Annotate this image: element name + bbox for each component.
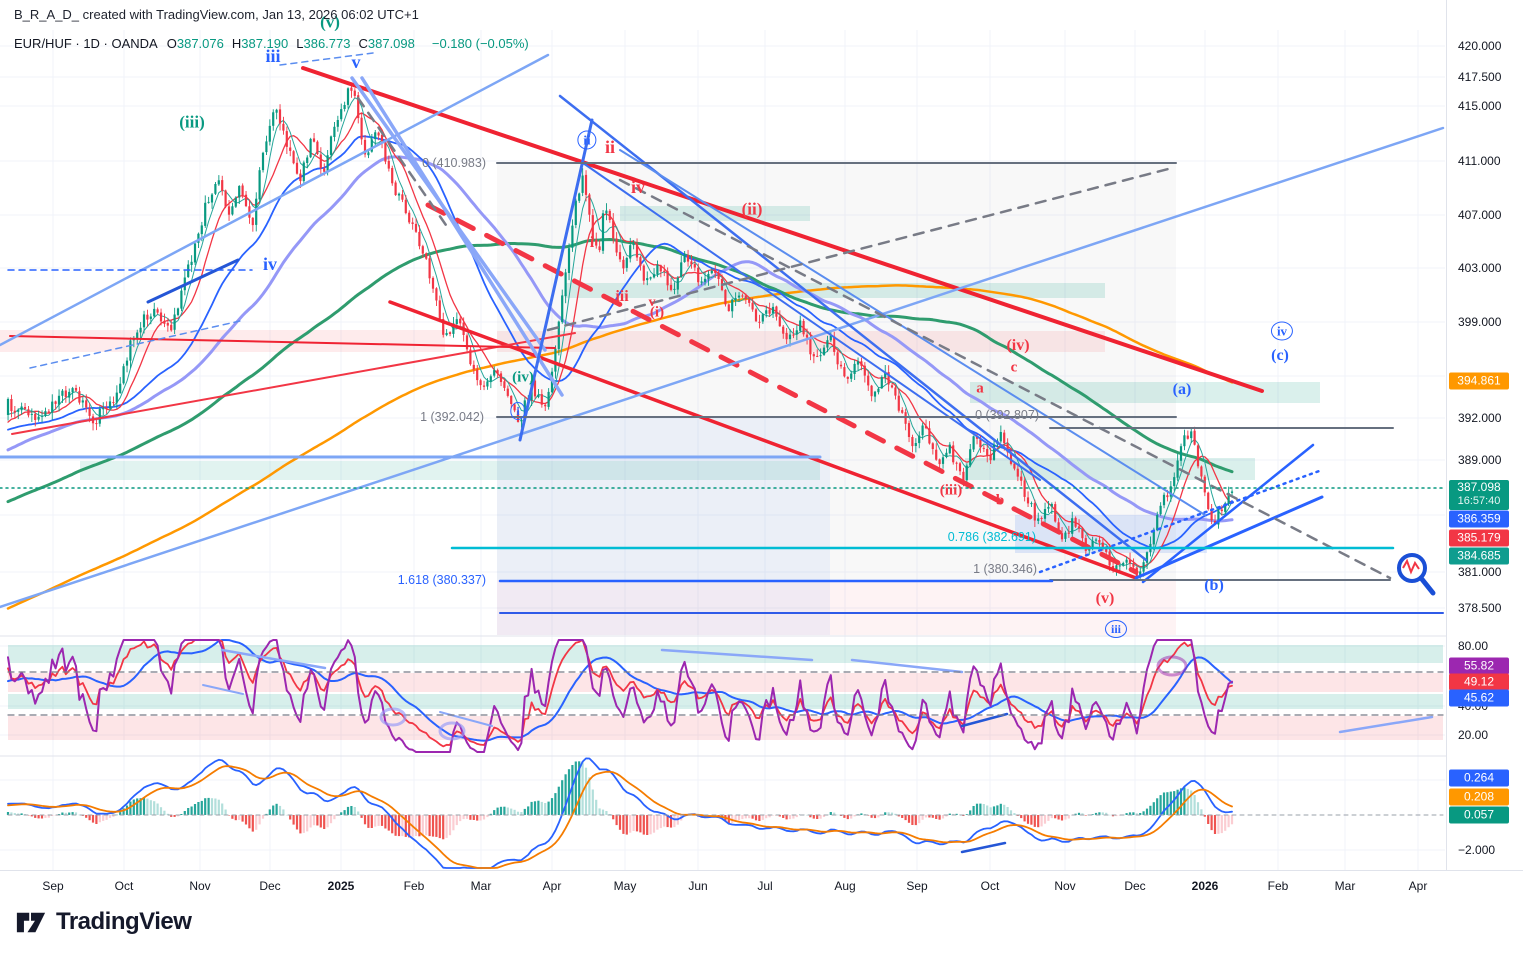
time-label: Sep: [906, 879, 927, 893]
time-label: Aug: [834, 879, 855, 893]
time-label: Nov: [1054, 879, 1075, 893]
time-label: 2026: [1192, 879, 1219, 893]
time-label: Sep: [42, 879, 63, 893]
price-tick-label: 403.000: [1458, 261, 1501, 275]
price-tick-label: 80.00: [1458, 639, 1488, 653]
price-badge: 0.057: [1449, 807, 1509, 824]
time-label: Nov: [189, 879, 210, 893]
attribution-text: B_R_A_D_ created with TradingView.com, J…: [14, 7, 419, 22]
price-badge: 45.62: [1449, 690, 1509, 707]
price-tick-label: 399.000: [1458, 315, 1501, 329]
time-label: Feb: [404, 879, 425, 893]
price-tick-label: 20.00: [1458, 728, 1488, 742]
time-label: Jul: [757, 879, 772, 893]
time-label: Apr: [543, 879, 562, 893]
price-tick-label: 411.000: [1458, 154, 1501, 168]
badge-time: 16:57:40: [1449, 495, 1509, 508]
tradingview-chart-window: (v)iiiv(iii)iviiiiiv(ii)iiiiv(i)(iv)i(iv…: [0, 0, 1523, 957]
time-label: Feb: [1268, 879, 1289, 893]
ohlc-values: O387.076 H387.190 L386.773 C387.098: [167, 36, 423, 51]
time-label: Oct: [115, 879, 134, 893]
time-label: Mar: [471, 879, 492, 893]
time-label: Mar: [1335, 879, 1356, 893]
price-tick-label: 415.000: [1458, 99, 1501, 113]
price-badge: 384.685: [1449, 548, 1509, 565]
tradingview-logo-icon: [16, 910, 46, 935]
price-tick-label: 381.000: [1458, 565, 1501, 579]
time-label: Dec: [259, 879, 280, 893]
ohlc-l: L386.773: [296, 36, 350, 51]
price-badge: 55.82: [1449, 658, 1509, 675]
time-label: Oct: [981, 879, 1000, 893]
price-tick-label: 417.500: [1458, 70, 1501, 84]
macd-pane: [7, 758, 1233, 868]
time-label: May: [614, 879, 637, 893]
time-label: 2025: [328, 879, 355, 893]
tradingview-logo-text: TradingView: [56, 908, 191, 936]
price-tick-label: −2.000: [1458, 843, 1495, 857]
price-tick-label: 407.000: [1458, 208, 1501, 222]
price-tick-label: 420.000: [1458, 39, 1501, 53]
time-label: Jun: [688, 879, 707, 893]
time-axis[interactable]: Sep Oct Nov Dec 2025 Feb Mar Apr May Jun Jul Aug Sep…: [0, 870, 1523, 900]
tradingview-logo[interactable]: TradingView: [16, 908, 191, 936]
price-tick-label: 392.000: [1458, 411, 1501, 425]
time-label: Dec: [1124, 879, 1145, 893]
price-badge: 0.264: [1449, 770, 1509, 787]
chart-canvas[interactable]: [0, 0, 1523, 957]
symbol-title[interactable]: EUR/HUF · 1D · OANDA: [14, 36, 158, 51]
ohlc-h: H387.190: [232, 36, 288, 51]
symbol-bar: EUR/HUF · 1D · OANDA O387.076 H387.190 L38…: [14, 36, 529, 51]
price-tick-label: 378.500: [1458, 601, 1501, 615]
ohlc-o: O387.076: [167, 36, 224, 51]
time-label: Apr: [1409, 879, 1428, 893]
change-value: −0.180 (−0.05%): [432, 36, 529, 51]
price-badge: 387.09816:57:40: [1449, 480, 1509, 510]
price-badge: 49.12: [1449, 674, 1509, 691]
price-axis[interactable]: 420.000 417.500 415.000 411.000 407.000 403.0…: [1446, 0, 1523, 870]
ohlc-c: C387.098: [358, 36, 414, 51]
price-badge: 394.861: [1449, 373, 1509, 390]
price-badge: 385.179: [1449, 530, 1509, 547]
price-badge: 0.208: [1449, 789, 1509, 806]
price-tick-label: 389.000: [1458, 453, 1501, 467]
magnifier-icon: [1399, 555, 1433, 593]
price-badge: 386.359: [1449, 511, 1509, 528]
